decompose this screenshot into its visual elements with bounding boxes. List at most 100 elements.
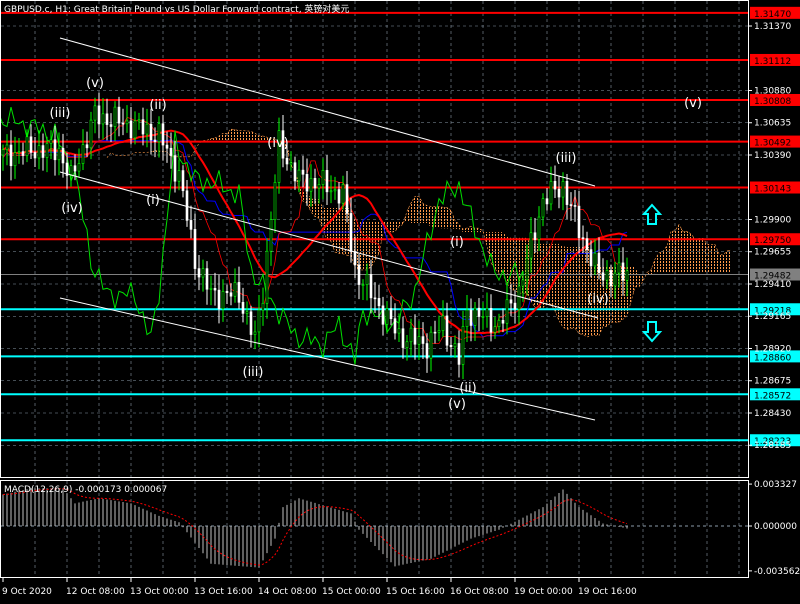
- candle[interactable]: [429, 326, 433, 372]
- candle[interactable]: [209, 275, 213, 306]
- candle[interactable]: [41, 133, 45, 171]
- candle[interactable]: [337, 181, 341, 210]
- candle[interactable]: [469, 298, 473, 342]
- candle[interactable]: [265, 238, 269, 319]
- candle[interactable]: [61, 133, 65, 178]
- y-tick-label: 1.28920: [754, 344, 791, 354]
- candle-body: [309, 178, 313, 192]
- candle[interactable]: [121, 108, 125, 136]
- candle[interactable]: [553, 165, 557, 199]
- candle[interactable]: [113, 101, 117, 142]
- candle[interactable]: [377, 284, 381, 320]
- candle[interactable]: [313, 168, 317, 204]
- candle[interactable]: [477, 298, 481, 332]
- candle[interactable]: [189, 205, 193, 239]
- candle[interactable]: [81, 129, 85, 171]
- candle[interactable]: [37, 130, 41, 170]
- candle[interactable]: [141, 107, 145, 146]
- candle[interactable]: [481, 302, 485, 330]
- candle[interactable]: [577, 190, 581, 254]
- candle[interactable]: [273, 174, 277, 233]
- candle[interactable]: [201, 259, 205, 292]
- candle[interactable]: [9, 130, 13, 181]
- candle[interactable]: [505, 284, 509, 335]
- candle[interactable]: [269, 211, 273, 266]
- candle[interactable]: [389, 296, 393, 326]
- candle[interactable]: [329, 175, 333, 204]
- candle[interactable]: [101, 98, 105, 140]
- candle[interactable]: [401, 316, 405, 359]
- candle[interactable]: [421, 322, 425, 360]
- candle[interactable]: [565, 174, 569, 220]
- candle[interactable]: [161, 114, 165, 161]
- candle[interactable]: [5, 134, 9, 166]
- candle[interactable]: [541, 193, 545, 227]
- candle[interactable]: [461, 310, 465, 379]
- candle[interactable]: [237, 266, 241, 309]
- candle[interactable]: [417, 320, 421, 361]
- wave-label: (iii): [556, 151, 577, 166]
- candle[interactable]: [213, 272, 217, 306]
- candle[interactable]: [105, 98, 109, 141]
- candle[interactable]: [485, 292, 489, 328]
- time-axis[interactable]: 9 Oct 2020 12 Oct 08:00 13 Oct 00:00 13 Oct…: [2, 578, 637, 597]
- candle-body: [29, 136, 33, 153]
- candle[interactable]: [53, 125, 57, 176]
- candle[interactable]: [561, 172, 565, 211]
- candle[interactable]: [573, 190, 577, 222]
- candle[interactable]: [137, 112, 141, 130]
- candle-body: [573, 205, 577, 207]
- candle[interactable]: [449, 337, 453, 356]
- candle[interactable]: [93, 97, 97, 134]
- price-chart[interactable]: 1.31470 1.31112 1.30808 1.30492 1.30143 1.297…: [0, 0, 800, 600]
- candle[interactable]: [441, 300, 445, 338]
- candle[interactable]: [437, 315, 441, 342]
- candle[interactable]: [253, 320, 257, 350]
- candle[interactable]: [181, 165, 185, 198]
- candle[interactable]: [205, 261, 209, 305]
- candle-body: [45, 143, 49, 158]
- candle-body: [25, 136, 29, 156]
- candle[interactable]: [277, 117, 281, 194]
- candle[interactable]: [473, 302, 477, 341]
- candle[interactable]: [193, 213, 197, 280]
- candle[interactable]: [29, 124, 33, 159]
- candle[interactable]: [293, 156, 297, 190]
- candle[interactable]: [413, 314, 417, 360]
- candle[interactable]: [233, 268, 237, 303]
- candle[interactable]: [69, 159, 73, 187]
- candle[interactable]: [149, 108, 153, 155]
- candle[interactable]: [321, 158, 325, 200]
- candle[interactable]: [361, 279, 365, 301]
- candle[interactable]: [557, 175, 561, 209]
- candle-body: [365, 274, 369, 285]
- candle[interactable]: [221, 279, 225, 322]
- candle[interactable]: [465, 294, 469, 343]
- candle[interactable]: [109, 113, 113, 143]
- candle[interactable]: [49, 130, 53, 159]
- candle[interactable]: [77, 148, 81, 178]
- candle[interactable]: [433, 320, 437, 344]
- candle[interactable]: [489, 294, 493, 342]
- candle-body: [245, 311, 249, 314]
- candle[interactable]: [13, 136, 17, 179]
- candle[interactable]: [257, 295, 261, 348]
- candle[interactable]: [197, 254, 201, 291]
- candle[interactable]: [225, 284, 229, 305]
- candle[interactable]: [501, 308, 505, 333]
- candle[interactable]: [261, 287, 265, 326]
- candle[interactable]: [453, 335, 457, 358]
- candle[interactable]: [457, 330, 461, 378]
- candle[interactable]: [117, 96, 121, 137]
- candle-body: [105, 113, 109, 125]
- candle[interactable]: [497, 313, 501, 334]
- candle[interactable]: [301, 155, 305, 188]
- candle[interactable]: [381, 296, 385, 336]
- candle[interactable]: [545, 187, 549, 211]
- candle[interactable]: [325, 155, 329, 206]
- candle-body: [113, 106, 117, 127]
- candle[interactable]: [245, 301, 249, 325]
- candle[interactable]: [177, 159, 181, 191]
- candle[interactable]: [21, 142, 25, 165]
- candle[interactable]: [241, 287, 245, 323]
